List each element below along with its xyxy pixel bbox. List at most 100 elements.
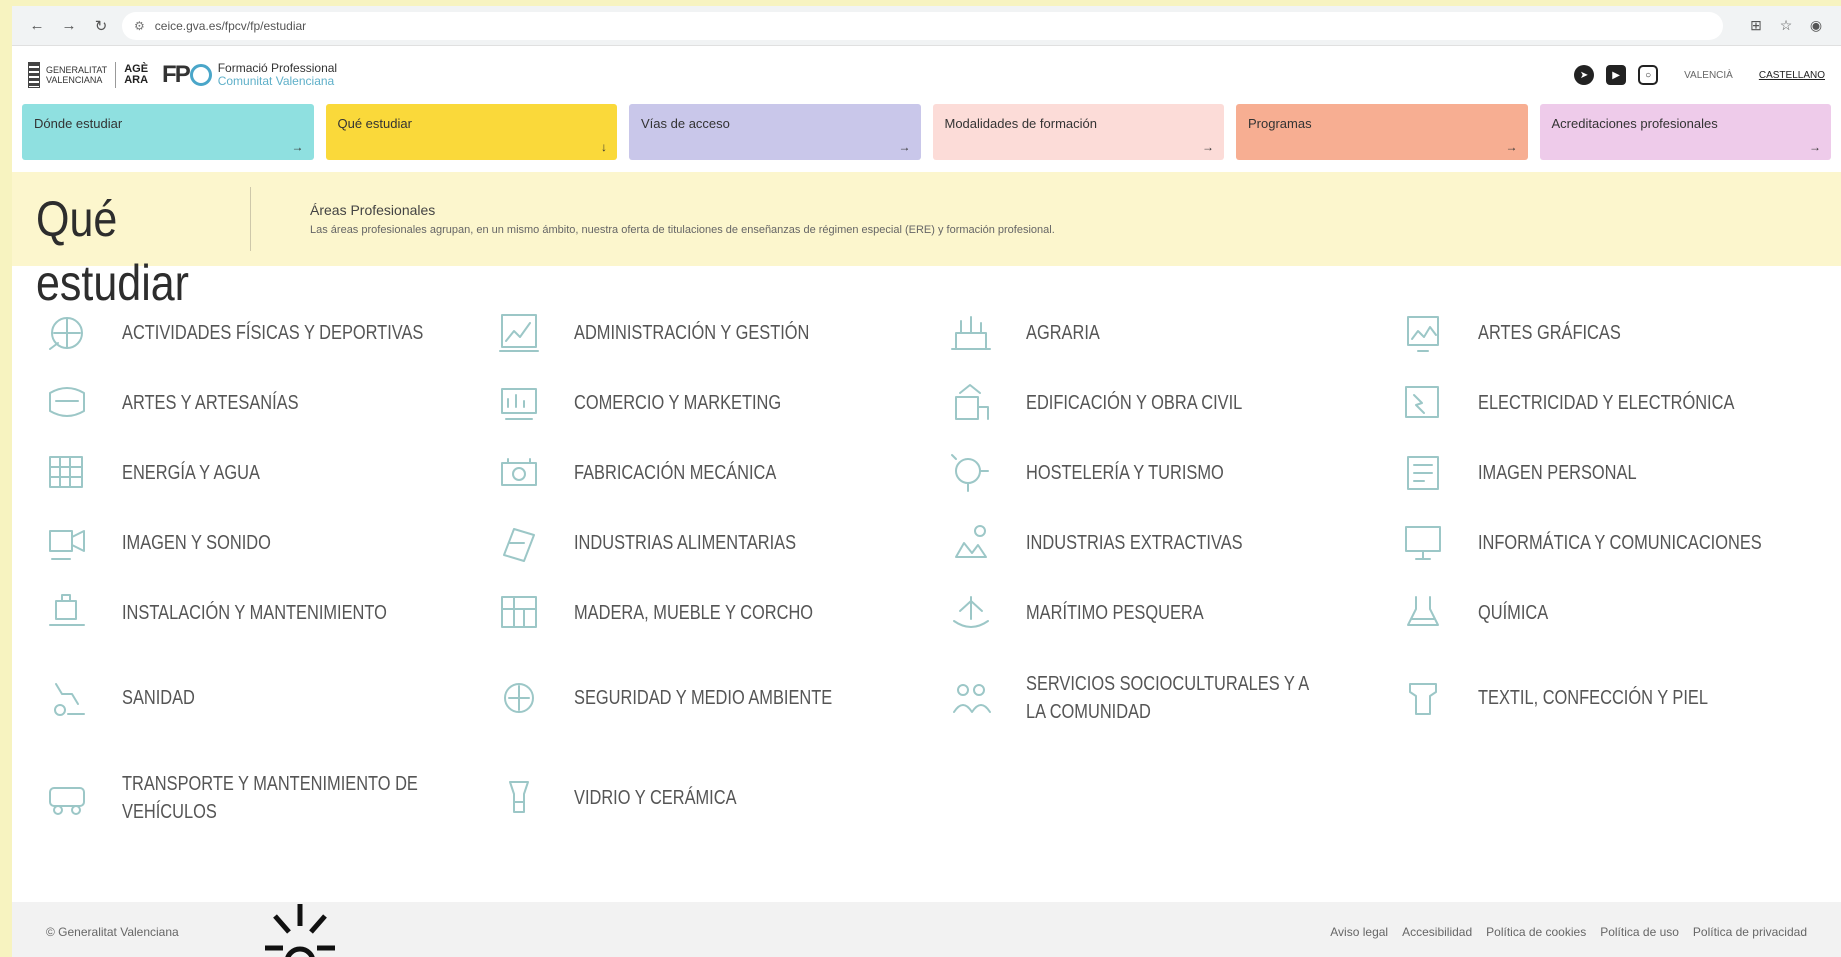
gv-line2: VALENCIANA [46, 75, 103, 85]
area-link[interactable]: Fabricación mecánica [494, 438, 946, 508]
seguridad-y-medio-ambiente-icon [494, 674, 544, 722]
back-icon[interactable]: ← [26, 15, 48, 37]
area-label: Electricidad y electrónica [1478, 392, 1735, 414]
area-label: Agraria [1026, 322, 1100, 344]
footer-link[interactable]: Política de cookies [1486, 925, 1586, 939]
industrias-alimentarias-icon [494, 519, 544, 567]
generalitat-logo[interactable]: GENERALITAT VALENCIANA [28, 62, 107, 88]
fp-logo[interactable]: FP Formació Professional Comunitat Valen… [162, 61, 337, 89]
area-label: Sanidad [122, 687, 195, 709]
area-label: Textil, confección y piel [1478, 687, 1708, 709]
sanidad-icon [42, 674, 92, 722]
address-bar[interactable]: ⚙ ceice.gva.es/fpcv/fp/estudiar [122, 11, 1723, 40]
site-header: GENERALITAT VALENCIANA AGÈ ARA FP Formac… [12, 46, 1841, 104]
electricidad-y-electronica-icon [1398, 379, 1448, 427]
area-label: Comercio y marketing [574, 392, 782, 414]
industrias-extractivas-icon [946, 519, 996, 567]
area-label: Informática y comunicaciones [1478, 532, 1762, 554]
browser-window: ← → ↻ ⚙ ceice.gva.es/fpcv/fp/estudiar ⊞ … [12, 6, 1841, 957]
telegram-icon[interactable]: ➤ [1574, 65, 1595, 85]
area-label: Química [1478, 602, 1549, 624]
profile-icon[interactable]: ◉ [1805, 15, 1827, 37]
area-label: Industrias alimentarias [574, 532, 797, 554]
area-link[interactable]: Instalación y mantenimiento [42, 578, 494, 648]
area-link[interactable]: Sanidad [42, 648, 494, 748]
textil-confeccion-y-piel-icon [1398, 674, 1448, 722]
area-label: Imagen y sonido [122, 532, 271, 554]
area-label: Instalación y mantenimiento [122, 602, 387, 624]
area-link[interactable]: Madera, mueble y corcho [494, 578, 946, 648]
url-text: ceice.gva.es/fpcv/fp/estudiar [154, 18, 307, 33]
area-link[interactable]: Administración y gestión [494, 298, 946, 368]
gv-line1: GENERALITAT [46, 65, 108, 75]
imagen-personal-icon [1398, 449, 1448, 497]
bookmark-star-icon[interactable]: ☆ [1775, 15, 1797, 37]
area-link[interactable]: Marítimo pesquera [946, 578, 1398, 648]
footer-link[interactable]: Accesibilidad [1402, 925, 1472, 939]
area-link[interactable]: Informática y comunicaciones [1398, 508, 1841, 578]
area-link[interactable]: Artes y artesanías [42, 368, 494, 438]
area-link[interactable]: Artes gráficas [1398, 298, 1841, 368]
footer-link[interactable]: Aviso legal [1330, 925, 1388, 939]
footer-link[interactable]: Política de uso [1600, 925, 1679, 939]
arrow-right-icon: → [1809, 140, 1821, 154]
fp-mark: FP [162, 61, 191, 88]
area-label: Seguridad y medio ambiente [574, 687, 833, 709]
nav-tile[interactable]: Qué estudiar ↓ [325, 104, 617, 160]
nav-tile[interactable]: Programas → [1236, 104, 1528, 160]
hosteleria-y-turismo-icon [946, 449, 996, 497]
arrow-right-icon: → [1505, 140, 1518, 154]
area-link[interactable]: Agraria [946, 298, 1398, 368]
nav-tile[interactable]: Acreditaciones profesionales → [1539, 104, 1831, 160]
divider [115, 62, 117, 88]
area-link[interactable]: Industrias extractivas [946, 508, 1398, 578]
main-nav: Dónde estudiar → Qué estudiar ↓ Vías de acce… [12, 104, 1841, 160]
site-info-icon[interactable]: ⚙ [134, 19, 145, 33]
area-link[interactable]: Imagen y sonido [42, 508, 494, 578]
area-link[interactable]: Servicios socioculturales y a la comunid… [946, 648, 1398, 748]
area-label: Actividades físicas y deportivas [122, 322, 424, 344]
area-label: Industrias extractivas [1026, 532, 1243, 554]
youtube-icon[interactable]: ▶ [1606, 65, 1627, 85]
translate-icon[interactable]: ⊞ [1745, 15, 1767, 37]
area-link[interactable]: Imagen personal [1398, 438, 1841, 508]
instagram-icon[interactable]: ○ [1638, 65, 1659, 85]
area-link[interactable]: Hostelería y turismo [946, 438, 1398, 508]
area-link[interactable]: Industrias alimentarias [494, 508, 946, 578]
area-label: Fabricación mecánica [574, 462, 777, 484]
nav-tile[interactable]: Vías de acceso → [629, 104, 921, 160]
lang-castellano[interactable]: CASTELLANO [1759, 70, 1825, 81]
area-link[interactable]: Textil, confección y piel [1398, 648, 1841, 748]
nav-tile-label: Modalidades de formación [944, 116, 1097, 131]
maritimo-pesquera-icon [946, 589, 996, 637]
area-link[interactable]: Edificación y obra civil [946, 368, 1398, 438]
area-label: Administración y gestión [574, 322, 810, 344]
comercio-y-marketing-icon [494, 379, 544, 427]
nav-tile-label: Qué estudiar [337, 116, 412, 131]
reload-icon[interactable]: ↻ [90, 15, 112, 37]
footer-link[interactable]: Política de privacidad [1693, 925, 1807, 939]
area-link[interactable]: Transporte y mantenimiento de vehículos [42, 748, 494, 848]
nav-tile-label: Dónde estudiar [34, 116, 123, 131]
nav-tile-label: Acreditaciones profesionales [1551, 116, 1718, 131]
informatica-y-comunicaciones-icon [1398, 519, 1448, 567]
nav-tile-label: Programas [1248, 116, 1312, 131]
madera-mueble-y-corcho-icon [494, 589, 544, 637]
area-link[interactable]: Electricidad y electrónica [1398, 368, 1841, 438]
browser-toolbar: ← → ↻ ⚙ ceice.gva.es/fpcv/fp/estudiar ⊞ … [12, 6, 1841, 46]
lang-valenciano[interactable]: VALENCIÀ [1684, 70, 1733, 81]
fabricacion-mecanica-icon [494, 449, 544, 497]
area-link[interactable]: Seguridad y medio ambiente [494, 648, 946, 748]
area-link[interactable]: Comercio y marketing [494, 368, 946, 438]
arrow-down-icon: ↓ [601, 140, 607, 154]
imagen-y-sonido-icon [42, 519, 92, 567]
area-label: Hostelería y turismo [1026, 462, 1224, 484]
area-link[interactable]: Vidrio y cerámica [494, 748, 946, 848]
nav-tile[interactable]: Modalidades de formación → [932, 104, 1224, 160]
area-label: Imagen personal [1478, 462, 1637, 484]
nav-tile[interactable]: Dónde estudiar → [22, 104, 314, 160]
administracion-y-gestion-icon [494, 309, 544, 357]
forward-icon[interactable]: → [58, 15, 80, 37]
area-link[interactable]: Química [1398, 578, 1841, 648]
area-link[interactable]: Energía y agua [42, 438, 494, 508]
